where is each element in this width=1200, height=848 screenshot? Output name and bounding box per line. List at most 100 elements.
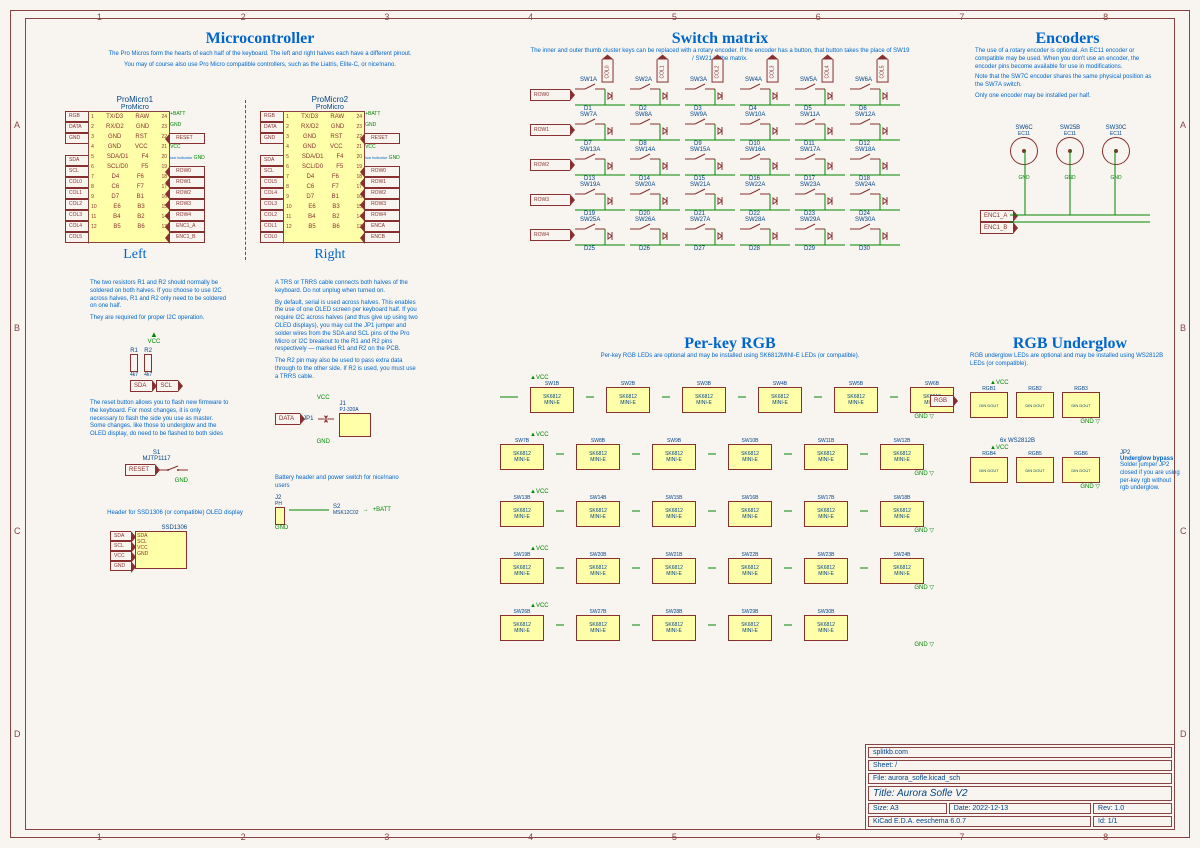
led-ic: SK6812MINI-E: [728, 615, 772, 641]
sw-cell: SW20A D20: [625, 182, 680, 217]
net-ROW3: ROW3: [170, 199, 205, 210]
sw-cell: SW16A D16: [735, 147, 790, 182]
net-ROW0: ROW0: [530, 89, 570, 101]
led-ic: SK6812MINI-E: [530, 387, 574, 413]
sw-cell: SW10A D10: [735, 112, 790, 147]
net-ROW4: ROW4: [530, 229, 570, 241]
net-enc1a: ENC1_A: [980, 210, 1013, 222]
r-vcc: VCC: [130, 339, 178, 345]
net-COL5: COL5: [65, 232, 88, 243]
net-SCL: SCL: [110, 541, 131, 551]
led-ic: SK6812MINI-E: [652, 444, 696, 470]
led-ic: SK6812MINI-E: [758, 387, 802, 413]
sw-cell: SW27A D27: [680, 217, 735, 252]
mcu-title: Microcontroller: [100, 30, 420, 48]
net-ROW2: ROW2: [530, 159, 570, 171]
sw-cell: SW21A D21: [680, 182, 735, 217]
net-sda: SDA: [130, 380, 152, 392]
net-COL3: COL3: [260, 199, 283, 210]
sw-cell: SW28A D28: [735, 217, 790, 252]
jp1-sym: [316, 414, 336, 424]
net-ENCB: ENCB: [365, 232, 400, 243]
net-GND: GND: [260, 133, 283, 144]
sw-cell: SW1A D1: [570, 77, 625, 112]
net-RESET: RESET: [170, 133, 205, 144]
net-COL5: COL5: [260, 177, 283, 188]
ruler-v: C: [1180, 526, 1187, 536]
sw-cell: SW24A D24: [845, 182, 900, 217]
matrix-title: Switch matrix: [530, 30, 910, 48]
ruler-h: 1: [97, 12, 102, 22]
led-ic: SK6812MINI-E: [728, 501, 772, 527]
s2-sym: [289, 500, 329, 520]
led-ic: SK6812MINI-E: [576, 444, 620, 470]
vcc-arrow: ▲: [130, 330, 178, 339]
sw-cell: SW7A D7: [570, 112, 625, 147]
net-ROW4: ROW4: [170, 210, 205, 221]
net-COL4: COL4: [260, 188, 283, 199]
led-ic: SK6812MINI-E: [728, 558, 772, 584]
enc-desc3: Only one encoder may be installed per ha…: [975, 93, 1160, 101]
oled-desc: Header for SSD1306 (or compatible) OLED …: [100, 510, 250, 518]
led-ic: SK6812MINI-E: [804, 558, 848, 584]
sw-cell: SW15A D15: [680, 147, 735, 182]
net-VCC: VCC: [110, 551, 131, 561]
net-ROW4: ROW4: [365, 210, 400, 221]
led-ic: SK6812MINI-E: [880, 501, 924, 527]
net-GND: GND: [110, 561, 131, 571]
ruler-h: 6: [816, 832, 821, 842]
sw-cell: SW9A D9: [680, 112, 735, 147]
resistors-desc: The two resistors R1 and R2 should norma…: [90, 280, 230, 311]
net-COL1: COL1: [260, 221, 283, 232]
net-ROW2: ROW2: [170, 188, 205, 199]
ug-ic: DIN DOUT: [1016, 457, 1054, 483]
ruler-h: 6: [816, 12, 821, 22]
sw-cell: SW12A D12: [845, 112, 900, 147]
sw-cell: SW30A D30: [845, 217, 900, 252]
net-SCL: SCL: [65, 166, 88, 177]
j2-sym: [275, 507, 285, 525]
sw-cell: SW13A D13: [570, 147, 625, 182]
ruler-h: 3: [384, 832, 389, 842]
net-ROW2: ROW2: [365, 188, 400, 199]
led-ic: SK6812MINI-E: [652, 558, 696, 584]
net-ROW1: ROW1: [170, 177, 205, 188]
net-ENC1_B: ENC1_B: [170, 232, 205, 243]
ruler-v: B: [1180, 323, 1186, 333]
net-COL3: COL3: [65, 210, 88, 221]
r2-ref: R2: [144, 348, 152, 354]
led-ic: SK6812MINI-E: [880, 444, 924, 470]
net-SDA: SDA: [110, 531, 131, 541]
sw-cell: SW11A D11: [790, 112, 845, 147]
sw-cell: SW8A D8: [625, 112, 680, 147]
sw-cell: SW14A D14: [625, 147, 680, 182]
ruler-v: A: [1180, 120, 1186, 130]
net-scl: SCL: [156, 380, 178, 392]
mcu-desc1: The Pro Micros form the hearts of each h…: [100, 51, 420, 59]
led-ic: SK6812MINI-E: [804, 501, 848, 527]
net-COL4: COL4: [65, 221, 88, 232]
net-COL2: COL2: [65, 199, 88, 210]
sw-cell: SW26A D26: [625, 217, 680, 252]
ruler-h: 2: [241, 12, 246, 22]
ruler-h: 2: [241, 832, 246, 842]
enc-wires: [1010, 150, 1160, 225]
r1-sym: [130, 354, 138, 372]
net-COL0: COL0: [260, 232, 283, 243]
ug-ic: DIN DOUT: [970, 457, 1008, 483]
ug-chain-label: 6x WS2812B: [1000, 438, 1035, 444]
net-ROW1: ROW1: [365, 177, 400, 188]
led-ic: SK6812MINI-E: [804, 615, 848, 641]
net-RGB: RGB: [65, 111, 88, 122]
led-ic: SK6812MINI-E: [500, 615, 544, 641]
enc-desc1: The use of a rotary encoder is optional.…: [975, 48, 1160, 71]
net-DATA: DATA: [260, 122, 283, 133]
enc-desc2: Note that the SW7C encoder shares the sa…: [975, 74, 1160, 90]
ug-ic: DIN DOUT: [1016, 392, 1054, 418]
sw-cell: SW17A D17: [790, 147, 845, 182]
led-ic: SK6812MINI-E: [606, 387, 650, 413]
sw-cell: SW19A D19: [570, 182, 625, 217]
ruler-h: 4: [528, 832, 533, 842]
net-SDA: SDA: [65, 155, 88, 166]
reset-gnd: GND: [125, 478, 188, 484]
